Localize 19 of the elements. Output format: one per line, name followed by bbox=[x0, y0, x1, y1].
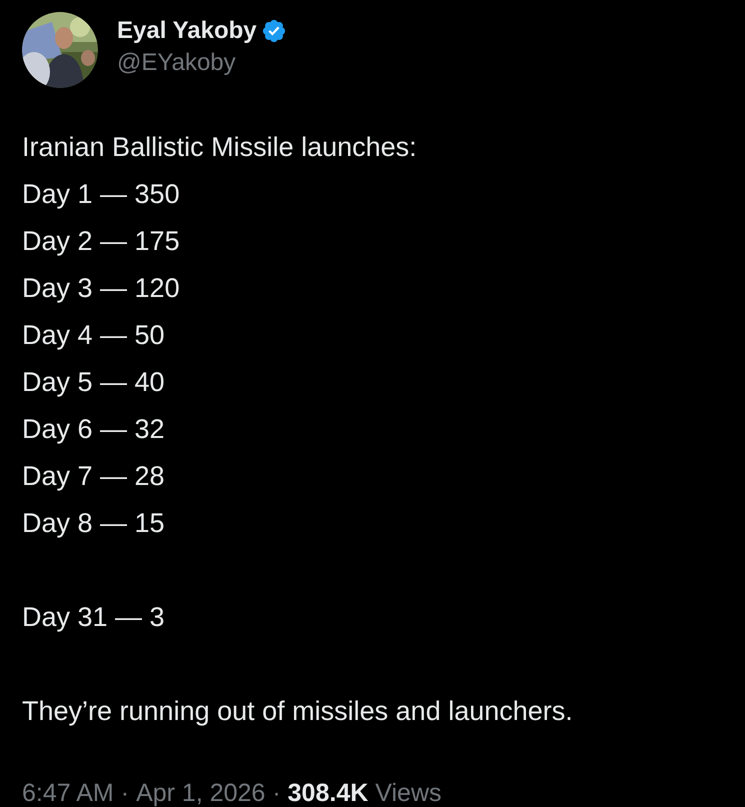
view-count: 308.4K bbox=[288, 778, 368, 807]
post-text-line: Iranian Ballistic Missile launches: bbox=[22, 131, 418, 164]
post-text-line: Day 31 — 3 bbox=[22, 601, 166, 634]
post-text-line: Day 2 — 175 bbox=[22, 225, 181, 258]
separator-dot: · bbox=[272, 778, 281, 807]
post-date[interactable]: Apr 1, 2026 bbox=[136, 775, 266, 807]
post-text-line: They’re running out of missiles and launchers. bbox=[22, 695, 574, 728]
post-text-line: Day 3 — 120 bbox=[22, 272, 181, 305]
post-text-line: Day 8 — 15 bbox=[22, 507, 166, 540]
post-text-line: Day 7 — 28 bbox=[22, 460, 166, 493]
post-text-line: Day 5 — 40 bbox=[22, 366, 166, 399]
author-handle[interactable]: @EYakoby bbox=[117, 48, 287, 78]
post-text-line: Day 4 — 50 bbox=[22, 319, 166, 352]
separator-dot: · bbox=[120, 778, 130, 807]
post-text-line: Day 6 — 32 bbox=[22, 413, 166, 446]
post-time[interactable]: 6:47 AM bbox=[22, 775, 114, 807]
post-text-line: Day 1 — 350 bbox=[22, 178, 181, 211]
views-label: Views bbox=[375, 778, 442, 807]
author-name[interactable]: Eyal Yakoby bbox=[117, 16, 257, 46]
